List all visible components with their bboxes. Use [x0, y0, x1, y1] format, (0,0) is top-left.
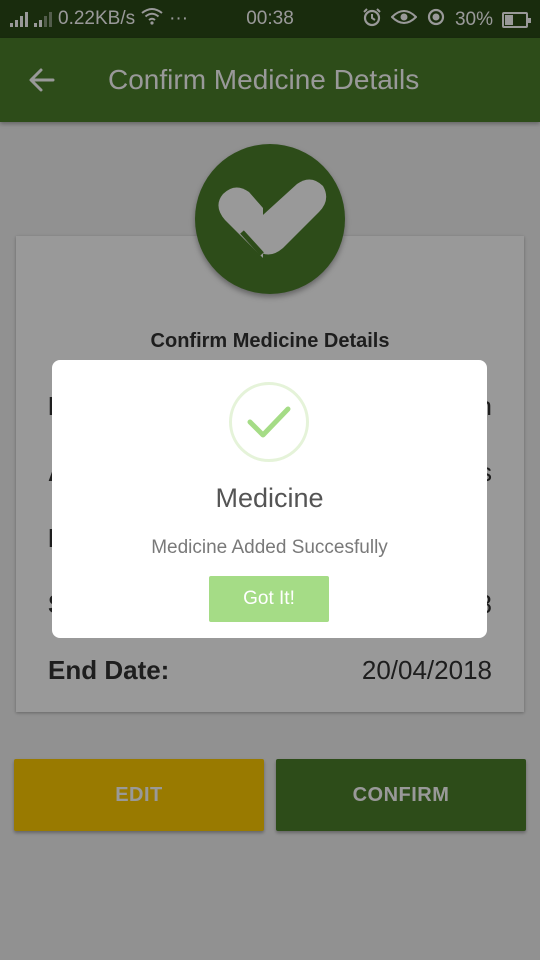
success-check-icon — [229, 382, 309, 462]
dialog-title: Medicine — [215, 483, 324, 513]
success-dialog: Medicine Medicine Added Succesfully Got … — [52, 360, 487, 638]
dialog-message: Medicine Added Succesfully — [151, 537, 388, 558]
got-it-button[interactable]: Got It! — [209, 576, 329, 622]
